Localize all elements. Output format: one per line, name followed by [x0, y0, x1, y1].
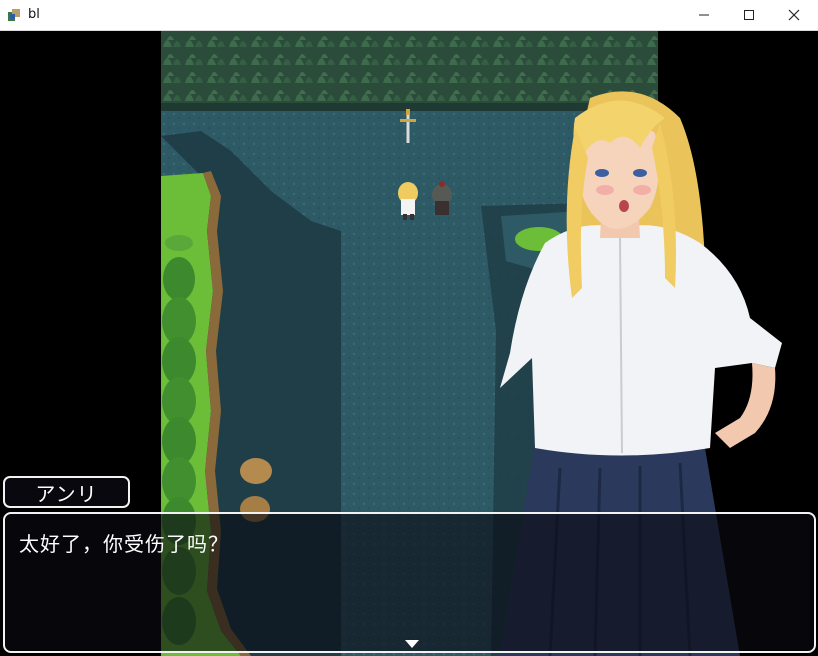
maximize-icon — [744, 10, 754, 20]
speaker-name: アンリ — [35, 481, 98, 506]
window-titlebar: bl — [0, 0, 818, 31]
continue-arrow-icon[interactable] — [405, 640, 419, 648]
message-window[interactable]: 太好了，你受伤了吗？ — [3, 512, 816, 653]
close-button[interactable] — [771, 0, 817, 30]
dialogue-text: 太好了，你受伤了吗？ — [19, 532, 229, 556]
minimize-button[interactable] — [681, 0, 727, 30]
speaker-name-box: アンリ — [3, 476, 130, 508]
game-viewport[interactable]: アンリ 太好了，你受伤了吗？ — [0, 31, 818, 656]
close-icon — [788, 9, 800, 21]
app-icon — [8, 9, 20, 21]
window-title: bl — [28, 7, 40, 22]
minimize-icon — [699, 14, 709, 16]
maximize-button[interactable] — [726, 0, 772, 30]
player-character — [398, 182, 418, 220]
